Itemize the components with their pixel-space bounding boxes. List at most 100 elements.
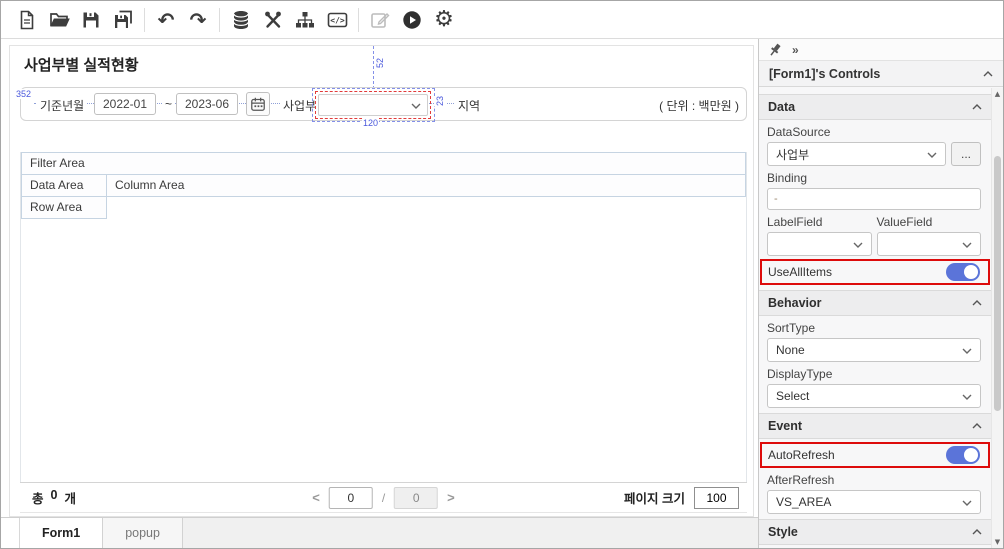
section-event[interactable]: Event — [759, 413, 991, 439]
chevron-down-icon — [411, 103, 421, 109]
current-page-input[interactable] — [329, 487, 373, 509]
data-area-cell[interactable]: Data Area — [21, 174, 107, 197]
labelfield-label: LabelField — [767, 215, 872, 229]
scroll-down-icon[interactable]: ▼ — [992, 538, 1003, 546]
pivot-grid: Filter Area Data Area Column Area Row Ar… — [20, 152, 747, 482]
run-button[interactable] — [396, 5, 428, 35]
displaytype-label: DisplayType — [767, 367, 981, 381]
chevron-down-icon — [962, 348, 972, 354]
panel-title-bar[interactable]: [Form1]'s Controls — [759, 61, 1003, 87]
useallitems-label: UseAllItems — [768, 265, 832, 279]
open-folder-button[interactable] — [43, 5, 75, 35]
pager-bar: 총 0 개 < / > 페이지 크기 — [20, 482, 747, 513]
section-style[interactable]: Style — [759, 519, 991, 545]
datasource-value: 사업부 — [776, 146, 809, 163]
save-icon — [81, 10, 101, 30]
gear-icon: ⚙ — [434, 9, 454, 31]
range-separator: ~ — [162, 97, 175, 111]
guide-left-label: 352 — [15, 89, 32, 99]
save-button[interactable] — [75, 5, 107, 35]
autorefresh-row: AutoRefresh — [760, 442, 990, 468]
division-dropdown[interactable] — [318, 94, 428, 116]
total-pages-input — [394, 487, 438, 509]
tab-form1[interactable]: Form1 — [20, 518, 103, 548]
date-from-input[interactable] — [94, 93, 156, 115]
displaytype-dropdown[interactable]: Select — [767, 384, 981, 408]
page-divider: / — [382, 491, 385, 505]
scrollbar-thumb[interactable] — [994, 156, 1001, 411]
guide-width-label: 120 — [362, 118, 379, 128]
labelfield-dropdown[interactable] — [767, 232, 872, 256]
new-document-icon — [17, 10, 37, 30]
sorttype-dropdown[interactable]: None — [767, 338, 981, 362]
valuefield-dropdown[interactable] — [877, 232, 982, 256]
row-area-cell[interactable]: Row Area — [21, 196, 107, 219]
sorttype-value: None — [776, 343, 805, 357]
guide-height-label: 23 — [434, 96, 446, 106]
redo-icon: ↷ — [190, 10, 207, 30]
collapse-panel-icon[interactable]: » — [792, 43, 798, 57]
calendar-button[interactable] — [246, 92, 270, 116]
next-page-button[interactable]: > — [447, 490, 455, 505]
panel-title: [Form1]'s Controls — [769, 67, 880, 81]
autorefresh-label: AutoRefresh — [768, 448, 835, 462]
chevron-down-icon — [927, 152, 937, 158]
save-all-button[interactable] — [107, 5, 139, 35]
page-title: 사업부별 실적현황 — [24, 54, 139, 75]
chevron-up-icon — [972, 300, 982, 306]
toolbar-separator — [219, 8, 220, 32]
settings-button[interactable]: ⚙ — [428, 5, 460, 35]
section-behavior[interactable]: Behavior — [759, 290, 991, 316]
chevron-down-icon — [853, 242, 863, 248]
datasource-more-button[interactable]: ... — [951, 142, 981, 166]
datasource-dropdown[interactable]: 사업부 — [767, 142, 946, 166]
base-month-label: 기준년월 — [37, 97, 87, 114]
autorefresh-toggle[interactable] — [946, 446, 980, 464]
toolbar: ↶ ↷ </> — [1, 1, 1003, 39]
page-navigator: < / > — [312, 487, 455, 509]
chevron-down-icon — [962, 394, 972, 400]
panel-scrollbar[interactable]: ▲ ▼ — [991, 88, 1003, 548]
section-style-title: Style — [768, 525, 798, 539]
division-label: 사업부 — [280, 97, 319, 114]
guide-top-label: 52 — [374, 58, 386, 68]
afterrefresh-dropdown[interactable]: VS_AREA — [767, 490, 981, 514]
undo-icon: ↶ — [158, 10, 175, 30]
total-count: 총 0 개 — [32, 488, 76, 507]
chevron-up-icon — [972, 529, 982, 535]
form-canvas: 사업부별 실적현황 52 352 기준년월 ~ 사업부 120 23 — [9, 45, 754, 517]
pin-icon[interactable] — [767, 42, 783, 58]
database-icon — [231, 10, 251, 30]
total-prefix: 총 — [32, 488, 44, 507]
page-size-label: 페이지 크기 — [624, 488, 685, 507]
run-icon — [402, 10, 422, 30]
edit-button[interactable] — [364, 5, 396, 35]
scroll-up-icon[interactable]: ▲ — [992, 90, 1003, 98]
chevron-up-icon — [983, 71, 993, 77]
date-to-input[interactable] — [176, 93, 238, 115]
sitemap-button[interactable] — [289, 5, 321, 35]
unit-label: ( 단위 : 백만원 ) — [659, 97, 739, 114]
useallitems-toggle[interactable] — [946, 263, 980, 281]
tab-popup[interactable]: popup — [103, 518, 183, 548]
prev-page-button[interactable]: < — [312, 490, 320, 505]
filter-area-cell[interactable]: Filter Area — [21, 152, 746, 175]
valuefield-label: ValueField — [877, 215, 982, 229]
total-suffix: 개 — [64, 488, 76, 507]
tools-button[interactable] — [257, 5, 289, 35]
panel-content: Data DataSource 사업부 ... Binding - LabelF… — [759, 88, 991, 548]
new-document-button[interactable] — [11, 5, 43, 35]
chevron-up-icon — [972, 104, 982, 110]
undo-button[interactable]: ↶ — [150, 5, 182, 35]
column-area-cell[interactable]: Column Area — [106, 174, 746, 197]
binding-label: Binding — [767, 171, 981, 185]
code-button[interactable]: </> — [321, 5, 353, 35]
save-all-icon — [113, 10, 134, 30]
redo-button[interactable]: ↷ — [182, 5, 214, 35]
displaytype-value: Select — [776, 389, 809, 403]
section-data[interactable]: Data — [759, 94, 991, 120]
page-size-input[interactable] — [694, 487, 739, 509]
afterrefresh-label: AfterRefresh — [767, 473, 981, 487]
binding-input[interactable]: - — [767, 188, 981, 210]
database-button[interactable] — [225, 5, 257, 35]
